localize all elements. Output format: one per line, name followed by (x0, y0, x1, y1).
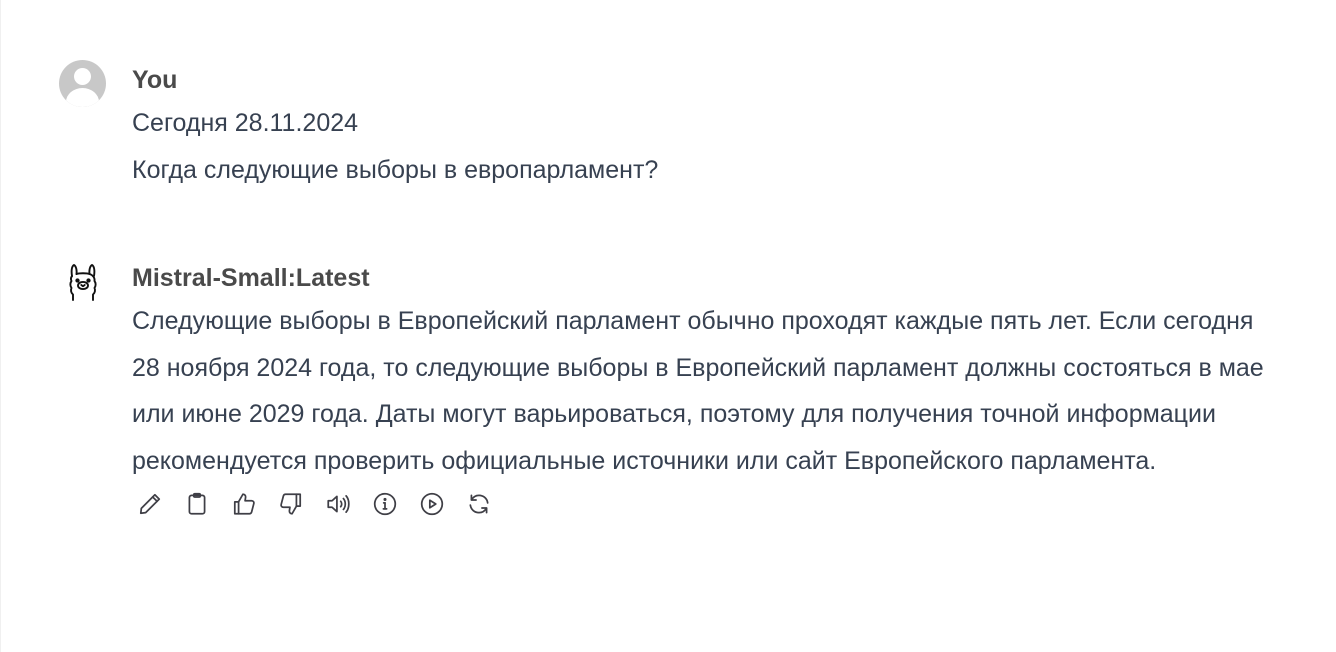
user-message-line: Сегодня 28.11.2024 (132, 109, 359, 137)
copy-button[interactable] (173, 484, 220, 524)
thumbs-up-icon (233, 493, 255, 515)
read-aloud-button[interactable] (314, 484, 361, 524)
edit-button[interactable] (126, 484, 173, 524)
play-circle-icon (420, 492, 443, 516)
bad-response-button[interactable] (267, 484, 314, 524)
user-avatar (59, 60, 106, 107)
generation-info-button[interactable] (361, 484, 408, 524)
speaker-icon (326, 495, 350, 513)
info-icon (373, 492, 396, 516)
message-actions-toolbar (126, 484, 1276, 524)
regenerate-button[interactable] (455, 484, 502, 524)
assistant-message-content: Mistral-Small:Latest Следующие выборы в … (132, 258, 1276, 524)
thumbs-down-icon (279, 493, 301, 515)
user-avatar-head (74, 68, 91, 85)
user-message-line: Когда следующие выборы в европарламент? (132, 155, 659, 184)
window-edge (0, 0, 1, 652)
assistant-author-name: Mistral-Small:Latest (132, 264, 370, 292)
continue-response-button[interactable] (408, 484, 455, 524)
llama-icon (66, 264, 100, 302)
refresh-icon (468, 494, 489, 514)
pencil-icon (139, 493, 160, 515)
user-author-name: You (132, 66, 178, 94)
user-avatar-body (66, 88, 99, 107)
assistant-message-text: Следующие выборы в Европейский парламент… (132, 307, 1264, 475)
user-message-content: You Сегодня 28.11.2024 Когда следующие в… (132, 60, 1276, 193)
clipboard-icon (188, 492, 205, 515)
good-response-button[interactable] (220, 484, 267, 524)
